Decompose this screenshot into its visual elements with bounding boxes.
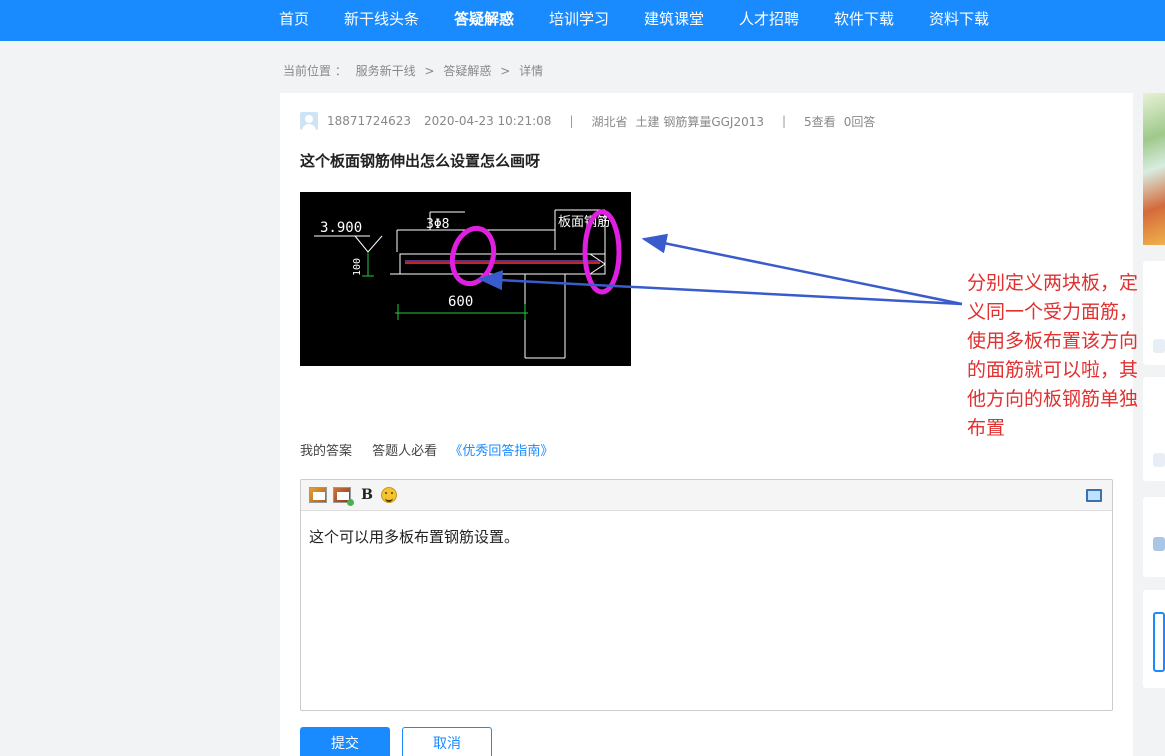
must-read-label: 答题人必看 <box>372 444 438 459</box>
breadcrumb: 当前位置 ： 服务新干线 > 答疑解惑 > 详情 <box>283 62 548 79</box>
sidebar-panel <box>1143 497 1165 577</box>
nav-class[interactable]: 建筑课堂 <box>644 0 704 41</box>
sidebar-ad-image[interactable] <box>1143 93 1165 245</box>
fullscreen-icon[interactable] <box>1086 489 1102 502</box>
sidebar-panel-item <box>1153 339 1165 353</box>
nav-qa[interactable]: 答疑解惑 <box>454 0 514 41</box>
location: 湖北省 <box>591 114 628 129</box>
editor-toolbar: B <box>301 480 1112 511</box>
breadcrumb-sep: > <box>500 64 511 78</box>
nav-home[interactable]: 首页 <box>279 0 309 41</box>
meta-separator: | <box>569 114 574 128</box>
insert-image-icon[interactable] <box>309 487 327 503</box>
submit-button[interactable]: 提交 <box>300 727 390 756</box>
user-name[interactable]: 18871724623 <box>327 114 411 128</box>
meta-separator: | <box>782 114 787 128</box>
view-count: 5查看 <box>804 114 836 129</box>
question-card: 18871724623 2020-04-23 10:21:08 | 湖北省 土建… <box>280 93 1138 756</box>
nav-headlines[interactable]: 新干线头条 <box>344 0 419 41</box>
nav-resources[interactable]: 资料下载 <box>929 0 989 41</box>
label-elevation: 3.900 <box>320 220 362 236</box>
answer-guide-link[interactable]: 《优秀回答指南》 <box>449 444 553 459</box>
sidebar-panel <box>1143 377 1165 481</box>
bold-icon[interactable]: B <box>358 487 376 503</box>
breadcrumb-sep: > <box>424 64 435 78</box>
upload-image-icon[interactable] <box>333 487 354 506</box>
nav-software[interactable]: 软件下载 <box>834 0 894 41</box>
label-side-dimension: 100 <box>352 258 363 276</box>
answer-editor: B 这个可以用多板布置钢筋设置。 <box>300 479 1113 711</box>
breadcrumb-label: 当前位置 ： <box>283 64 347 78</box>
sidebar-panel-item <box>1153 537 1165 551</box>
avatar[interactable] <box>300 112 318 130</box>
emoji-icon[interactable] <box>381 487 397 503</box>
sidebar-panel-item <box>1153 612 1165 672</box>
label-note: 板面钢筋 <box>558 214 610 230</box>
nav-training[interactable]: 培训学习 <box>549 0 609 41</box>
question-image[interactable]: 3.900 3Φ8 600 100 板面钢筋 <box>300 192 631 366</box>
annotation-text: 分别定义两块板，定义同一个受力面筋，使用多板布置该方向的面筋就可以啦，其他方向的… <box>967 272 1139 439</box>
my-answer-label: 我的答案 <box>300 444 353 459</box>
nav-jobs[interactable]: 人才招聘 <box>739 0 799 41</box>
answer-header: 我的答案 答题人必看 《优秀回答指南》 <box>300 440 553 459</box>
sidebar-panel <box>1143 261 1165 365</box>
sidebar-panel-item <box>1153 453 1165 467</box>
label-dimension: 600 <box>448 294 473 310</box>
post-datetime: 2020-04-23 10:21:08 <box>423 114 552 128</box>
category: 土建 钢筋算量GGJ2013 <box>635 114 765 129</box>
top-nav: 首页 新干线头条 答疑解惑 培训学习 建筑课堂 人才招聘 软件下载 资料下载 <box>0 0 1165 41</box>
question-meta: 18871724623 2020-04-23 10:21:08 | 湖北省 土建… <box>300 112 875 130</box>
question-title: 这个板面钢筋伸出怎么设置怎么画呀 <box>300 152 541 170</box>
answer-count: 0回答 <box>843 114 876 129</box>
cancel-button[interactable]: 取消 <box>402 727 492 756</box>
sidebar-panel <box>1143 590 1165 688</box>
breadcrumb-service[interactable]: 服务新干线 <box>356 64 416 78</box>
answer-textarea[interactable]: 这个可以用多板布置钢筋设置。 <box>301 511 1112 562</box>
breadcrumb-qa[interactable]: 答疑解惑 <box>443 64 491 78</box>
breadcrumb-detail: 详情 <box>519 64 544 78</box>
label-rebar: 3Φ8 <box>426 217 449 232</box>
